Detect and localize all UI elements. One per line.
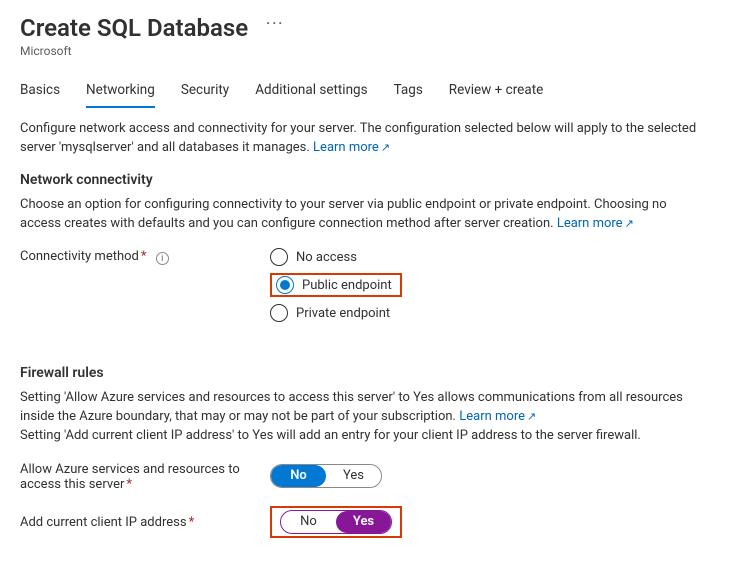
connectivity-description: Choose an option for configuring connect… (20, 196, 710, 234)
tab-additional-settings[interactable]: Additional settings (255, 76, 367, 108)
connectivity-method-radio-group: No access Public endpoint Private endpoi… (270, 247, 402, 323)
radio-label: No access (296, 250, 357, 265)
firewall-learn-more-link[interactable]: Learn more↗ (459, 409, 536, 424)
toggle-option-yes[interactable]: Yes (336, 511, 391, 533)
external-link-icon: ↗ (381, 141, 390, 154)
radio-public-endpoint[interactable]: Public endpoint (276, 275, 396, 295)
tab-basics[interactable]: Basics (20, 76, 60, 108)
allow-azure-services-toggle[interactable]: No Yes (270, 464, 382, 488)
radio-private-endpoint[interactable]: Private endpoint (270, 303, 402, 323)
connectivity-method-label: Connectivity method* i (20, 247, 270, 264)
tab-security[interactable]: Security (181, 76, 229, 108)
intro-learn-more-link[interactable]: Learn more↗ (313, 140, 390, 155)
intro-text: Configure network access and connectivit… (20, 120, 710, 158)
page-title: Create SQL Database (20, 14, 248, 42)
external-link-icon: ↗ (527, 410, 536, 423)
radio-label: Public endpoint (302, 278, 392, 293)
tab-review-create[interactable]: Review + create (449, 76, 543, 108)
add-client-ip-label: Add current client IP address* (20, 513, 270, 530)
connectivity-learn-more-link[interactable]: Learn more↗ (557, 216, 634, 231)
highlight-add-client-ip: No Yes (270, 506, 402, 538)
toggle-option-no[interactable]: No (281, 511, 336, 533)
wizard-tabs: Basics Networking Security Additional se… (20, 76, 710, 108)
provider-label: Microsoft (20, 44, 710, 58)
info-icon[interactable]: i (156, 252, 169, 265)
toggle-option-no[interactable]: No (271, 465, 326, 487)
toggle-option-yes[interactable]: Yes (326, 465, 381, 487)
highlight-public-endpoint: Public endpoint (270, 273, 402, 297)
add-client-ip-toggle[interactable]: No Yes (280, 510, 392, 534)
firewall-rules-heading: Firewall rules (20, 365, 710, 381)
tab-tags[interactable]: Tags (394, 76, 423, 108)
network-connectivity-heading: Network connectivity (20, 172, 710, 188)
allow-azure-services-label: Allow Azure services and resources to ac… (20, 460, 270, 492)
more-actions-button[interactable]: ··· (266, 16, 284, 32)
tab-networking[interactable]: Networking (86, 76, 155, 108)
radio-no-access[interactable]: No access (270, 247, 402, 267)
firewall-description: Setting 'Allow Azure services and resour… (20, 389, 710, 446)
radio-label: Private endpoint (296, 306, 390, 321)
external-link-icon: ↗ (625, 217, 634, 230)
